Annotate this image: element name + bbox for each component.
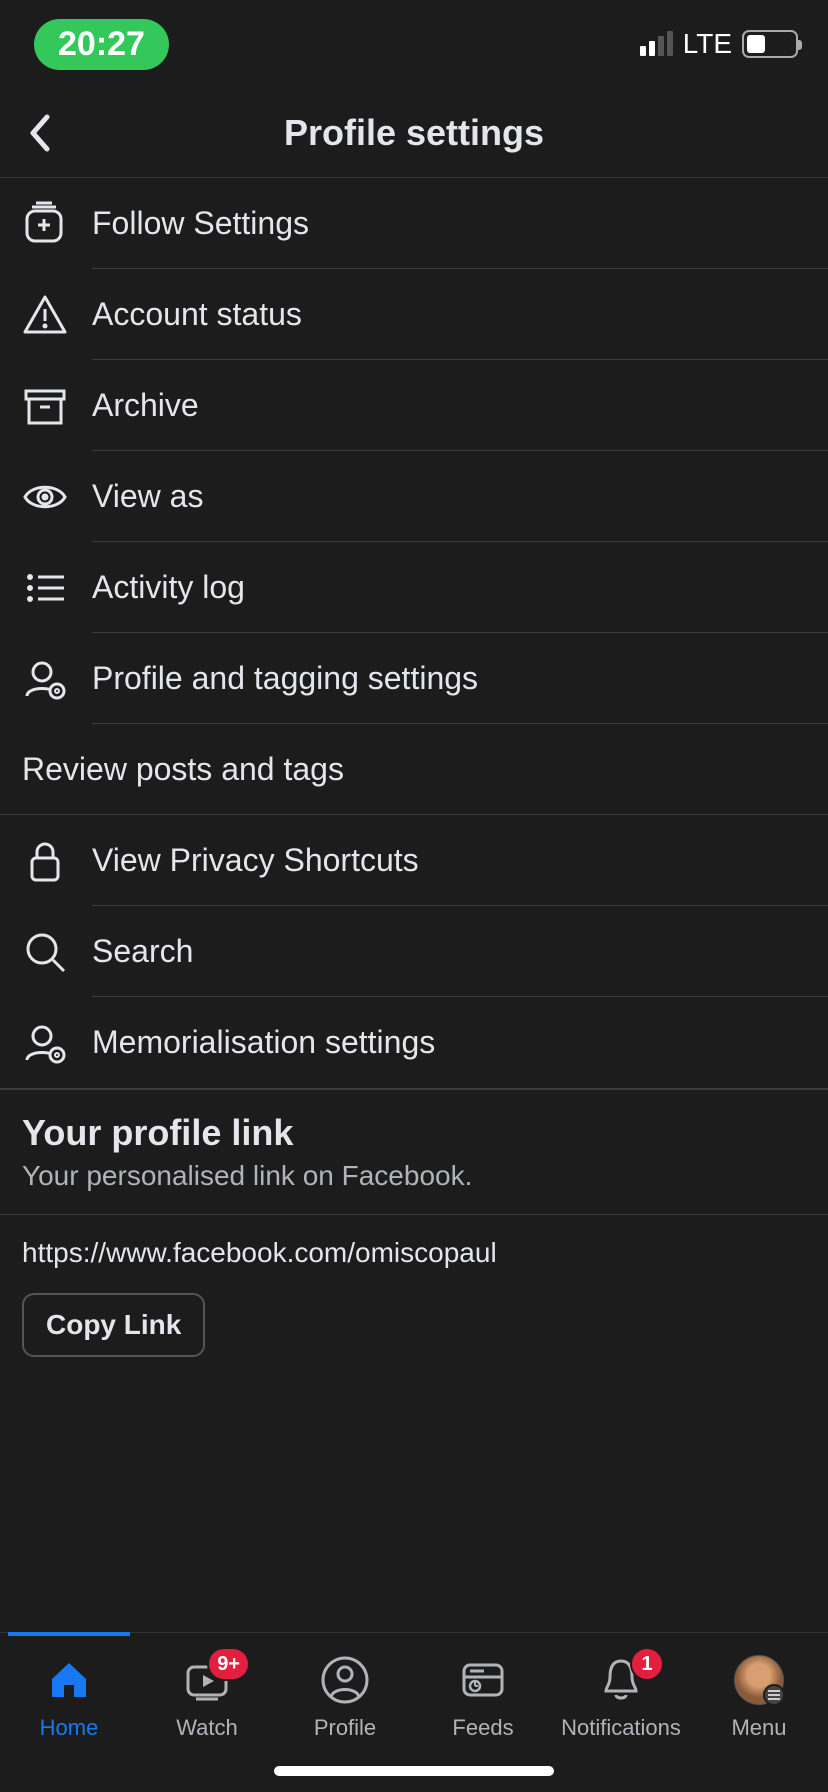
item-follow-settings[interactable]: Follow Settings (0, 178, 828, 269)
nav-watch[interactable]: 9+ Watch (138, 1633, 276, 1792)
archive-icon (22, 383, 68, 429)
item-profile-tagging[interactable]: Profile and tagging settings (0, 633, 828, 724)
bell-icon: 1 (596, 1655, 646, 1705)
header: Profile settings (0, 88, 828, 178)
item-archive[interactable]: Archive (0, 360, 828, 451)
notifications-badge: 1 (630, 1647, 664, 1681)
profile-icon (320, 1655, 370, 1705)
warning-icon (22, 292, 68, 338)
follow-icon (22, 201, 68, 247)
item-activity-log[interactable]: Activity log (0, 542, 828, 633)
nav-home[interactable]: Home (0, 1633, 138, 1792)
profile-gear-icon (22, 656, 68, 702)
item-view-as[interactable]: View as (0, 451, 828, 542)
nav-notifications[interactable]: 1 Notifications (552, 1633, 690, 1792)
back-button[interactable] (0, 88, 80, 178)
item-label: Archive (92, 360, 828, 451)
nav-label: Feeds (452, 1715, 513, 1741)
home-icon (44, 1655, 94, 1705)
item-label: Profile and tagging settings (92, 633, 828, 724)
item-label: Search (92, 906, 828, 997)
item-label: Memorialisation settings (92, 997, 828, 1088)
feeds-icon (458, 1655, 508, 1705)
nav-label: Menu (731, 1715, 786, 1741)
item-privacy-shortcuts[interactable]: View Privacy Shortcuts (0, 815, 828, 906)
nav-label: Notifications (561, 1715, 681, 1741)
status-time: 20:27 (34, 19, 169, 70)
copy-link-button[interactable]: Copy Link (22, 1293, 205, 1357)
profile-gear-icon (22, 1020, 68, 1066)
item-label: Activity log (92, 542, 828, 633)
eye-icon (22, 474, 68, 520)
watch-icon: 9+ (182, 1655, 232, 1705)
item-label: Account status (92, 269, 828, 360)
item-label: View as (92, 451, 828, 542)
list-icon (22, 565, 68, 611)
network-type: LTE (683, 28, 732, 60)
item-memorialisation[interactable]: Memorialisation settings (0, 997, 828, 1088)
search-icon (22, 929, 68, 975)
battery-icon (742, 30, 798, 58)
profile-link-url: https://www.facebook.com/omiscopaul (22, 1237, 806, 1269)
cellular-signal-icon (640, 32, 673, 56)
section-review-posts[interactable]: Review posts and tags (0, 724, 828, 815)
page-title: Profile settings (0, 112, 828, 154)
nav-label: Home (40, 1715, 99, 1741)
item-search[interactable]: Search (0, 906, 828, 997)
profile-link-title: Your profile link (22, 1112, 806, 1154)
profile-link-subtitle: Your personalised link on Facebook. (22, 1160, 806, 1192)
lock-icon (22, 838, 68, 884)
nav-label: Profile (314, 1715, 376, 1741)
status-right: LTE (640, 28, 798, 60)
avatar-icon (734, 1655, 784, 1705)
status-bar: 20:27 LTE (0, 0, 828, 88)
profile-link-section: Your profile link Your personalised link… (0, 1088, 828, 1379)
settings-list: Follow Settings Account status Archive V… (0, 178, 828, 1379)
item-label: View Privacy Shortcuts (92, 815, 828, 906)
nav-label: Watch (176, 1715, 238, 1741)
watch-badge: 9+ (207, 1647, 250, 1681)
item-label: Follow Settings (92, 178, 828, 269)
nav-menu[interactable]: Menu (690, 1633, 828, 1792)
home-indicator[interactable] (274, 1766, 554, 1776)
item-account-status[interactable]: Account status (0, 269, 828, 360)
